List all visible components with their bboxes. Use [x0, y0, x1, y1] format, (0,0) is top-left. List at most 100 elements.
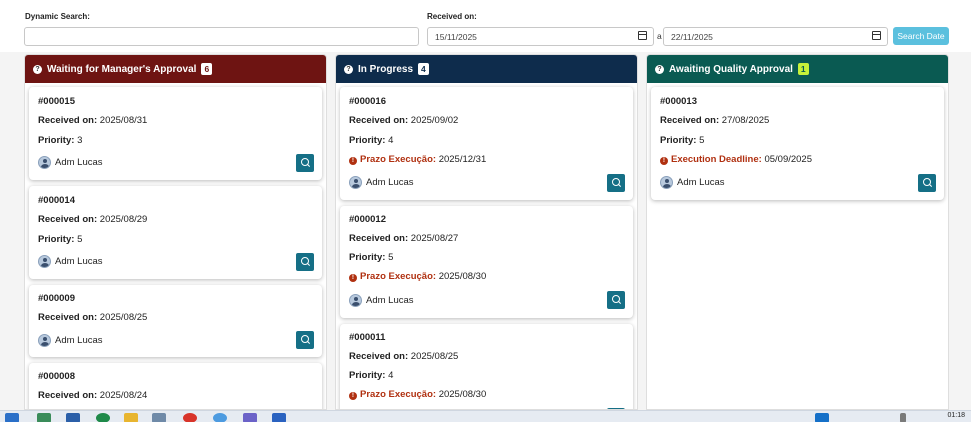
calendar-icon[interactable]: [872, 31, 881, 40]
task-card[interactable]: #000011 Received on: 2025/08/25 Priority…: [340, 324, 633, 409]
assignee: Adm Lucas: [38, 156, 103, 169]
alert-icon: !: [660, 157, 668, 165]
received-on-label: Received on:: [427, 12, 477, 21]
date-from-input[interactable]: 15/11/2025: [427, 27, 654, 46]
priority-value: 3: [77, 135, 83, 146]
assignee: Adm Lucas: [349, 176, 414, 189]
search-icon[interactable]: [296, 331, 314, 349]
assignee-name: Adm Lucas: [366, 295, 414, 306]
kanban-column-in-progress: ? In Progress 4 #000016 Received on: 202…: [335, 54, 638, 410]
kanban-column-waiting-manager: ? Waiting for Manager's Approval 6 #0000…: [24, 54, 327, 410]
received-label: Received on:: [38, 115, 98, 126]
search-icon[interactable]: [607, 174, 625, 192]
column-header: ? In Progress 4: [336, 55, 637, 83]
avatar-icon: [349, 176, 362, 189]
question-icon: ?: [33, 64, 42, 74]
task-card[interactable]: #000008 Received on: 2025/08/24: [29, 363, 322, 409]
task-id: #000013: [660, 96, 697, 107]
clock: 01:18: [947, 412, 965, 419]
deadline-value: 2025/08/30: [438, 271, 487, 282]
column-header: ? Awaiting Quality Approval 1: [647, 55, 948, 83]
task-card[interactable]: #000016 Received on: 2025/09/02 Priority…: [340, 87, 633, 200]
task-id: #000016: [349, 96, 386, 107]
assignee: Adm Lucas: [38, 255, 103, 268]
date-from-value: 15/11/2025: [435, 32, 477, 42]
start-icon[interactable]: [5, 413, 19, 422]
task-card[interactable]: #000012 Received on: 2025/08/27 Priority…: [340, 206, 633, 318]
app-icon[interactable]: [243, 413, 257, 422]
search-icon[interactable]: [296, 253, 314, 271]
alert-icon: !: [349, 274, 357, 282]
priority-label: Priority:: [349, 252, 386, 263]
task-id: #000014: [38, 195, 75, 206]
assignee-name: Adm Lucas: [55, 256, 103, 267]
alert-icon: !: [349, 392, 357, 400]
search-icon[interactable]: [296, 154, 314, 172]
question-icon: ?: [655, 64, 664, 74]
task-id: #000015: [38, 96, 75, 107]
avatar-icon: [38, 255, 51, 268]
received-value: 2025/08/31: [99, 115, 148, 126]
deadline-label: Prazo Execução:: [360, 154, 437, 165]
priority-value: 5: [77, 234, 83, 245]
dynamic-search-label: Dynamic Search:: [25, 12, 90, 21]
app-icon[interactable]: [815, 413, 829, 422]
app-icon[interactable]: [66, 413, 80, 422]
priority-label: Priority:: [349, 370, 386, 381]
folder-icon[interactable]: [124, 413, 138, 422]
received-label: Received on:: [38, 312, 98, 323]
received-value: 2025/08/29: [99, 214, 148, 225]
assignee: Adm Lucas: [660, 176, 725, 189]
app-icon[interactable]: [272, 413, 286, 422]
search-date-button[interactable]: Search Date: [893, 27, 949, 45]
calendar-icon[interactable]: [638, 31, 647, 40]
task-card[interactable]: #000013 Received on: 27/08/2025 Priority…: [651, 87, 944, 200]
received-label: Received on:: [38, 390, 98, 401]
app-icon[interactable]: [96, 413, 110, 422]
app-icon[interactable]: [183, 413, 197, 422]
received-value: 2025/08/27: [410, 233, 459, 244]
task-card[interactable]: #000015 Received on: 2025/08/31 Priority…: [29, 87, 322, 180]
count-badge: 4: [418, 63, 429, 75]
column-header: ? Waiting for Manager's Approval 6: [25, 55, 326, 83]
avatar-icon: [660, 176, 673, 189]
received-value: 27/08/2025: [721, 115, 770, 126]
deadline-value: 2025/08/30: [438, 389, 487, 400]
deadline-label: Prazo Execução:: [360, 389, 437, 400]
question-icon: ?: [344, 64, 353, 74]
avatar-icon: [38, 334, 51, 347]
alert-icon: !: [349, 157, 357, 165]
received-label: Received on:: [349, 115, 409, 126]
deadline-value: 05/09/2025: [764, 154, 812, 165]
tray-icon[interactable]: [900, 413, 906, 422]
app-icon[interactable]: [37, 413, 51, 422]
count-badge: 1: [797, 63, 809, 75]
task-card[interactable]: #000014 Received on: 2025/08/29 Priority…: [29, 186, 322, 279]
avatar-icon: [38, 156, 51, 169]
deadline-label: Prazo Execução:: [360, 271, 437, 282]
column-title: Awaiting Quality Approval: [669, 63, 793, 75]
search-icon[interactable]: [918, 174, 936, 192]
app-icon[interactable]: [213, 413, 227, 422]
count-badge: 6: [201, 63, 213, 75]
task-id: #000009: [38, 293, 75, 304]
search-icon[interactable]: [607, 291, 625, 309]
received-value: 2025/08/24: [99, 390, 148, 401]
date-to-input[interactable]: 22/11/2025: [663, 27, 888, 46]
priority-value: 5: [699, 135, 705, 146]
received-value: 2025/08/25: [99, 312, 148, 323]
received-value: 2025/08/25: [410, 351, 459, 362]
app-icon[interactable]: [152, 413, 166, 422]
task-card[interactable]: #000009 Received on: 2025/08/25 Adm Luca…: [29, 285, 322, 357]
priority-label: Priority:: [660, 135, 697, 146]
deadline-label: Execution Deadline:: [671, 154, 762, 165]
priority-value: 5: [388, 252, 394, 263]
column-title: In Progress: [358, 63, 414, 75]
dynamic-search-input[interactable]: [24, 27, 419, 46]
priority-value: 4: [388, 135, 394, 146]
received-label: Received on:: [660, 115, 720, 126]
taskbar: 01:18: [0, 410, 971, 422]
assignee-name: Adm Lucas: [677, 177, 725, 188]
priority-label: Priority:: [38, 234, 75, 245]
assignee-name: Adm Lucas: [55, 157, 103, 168]
